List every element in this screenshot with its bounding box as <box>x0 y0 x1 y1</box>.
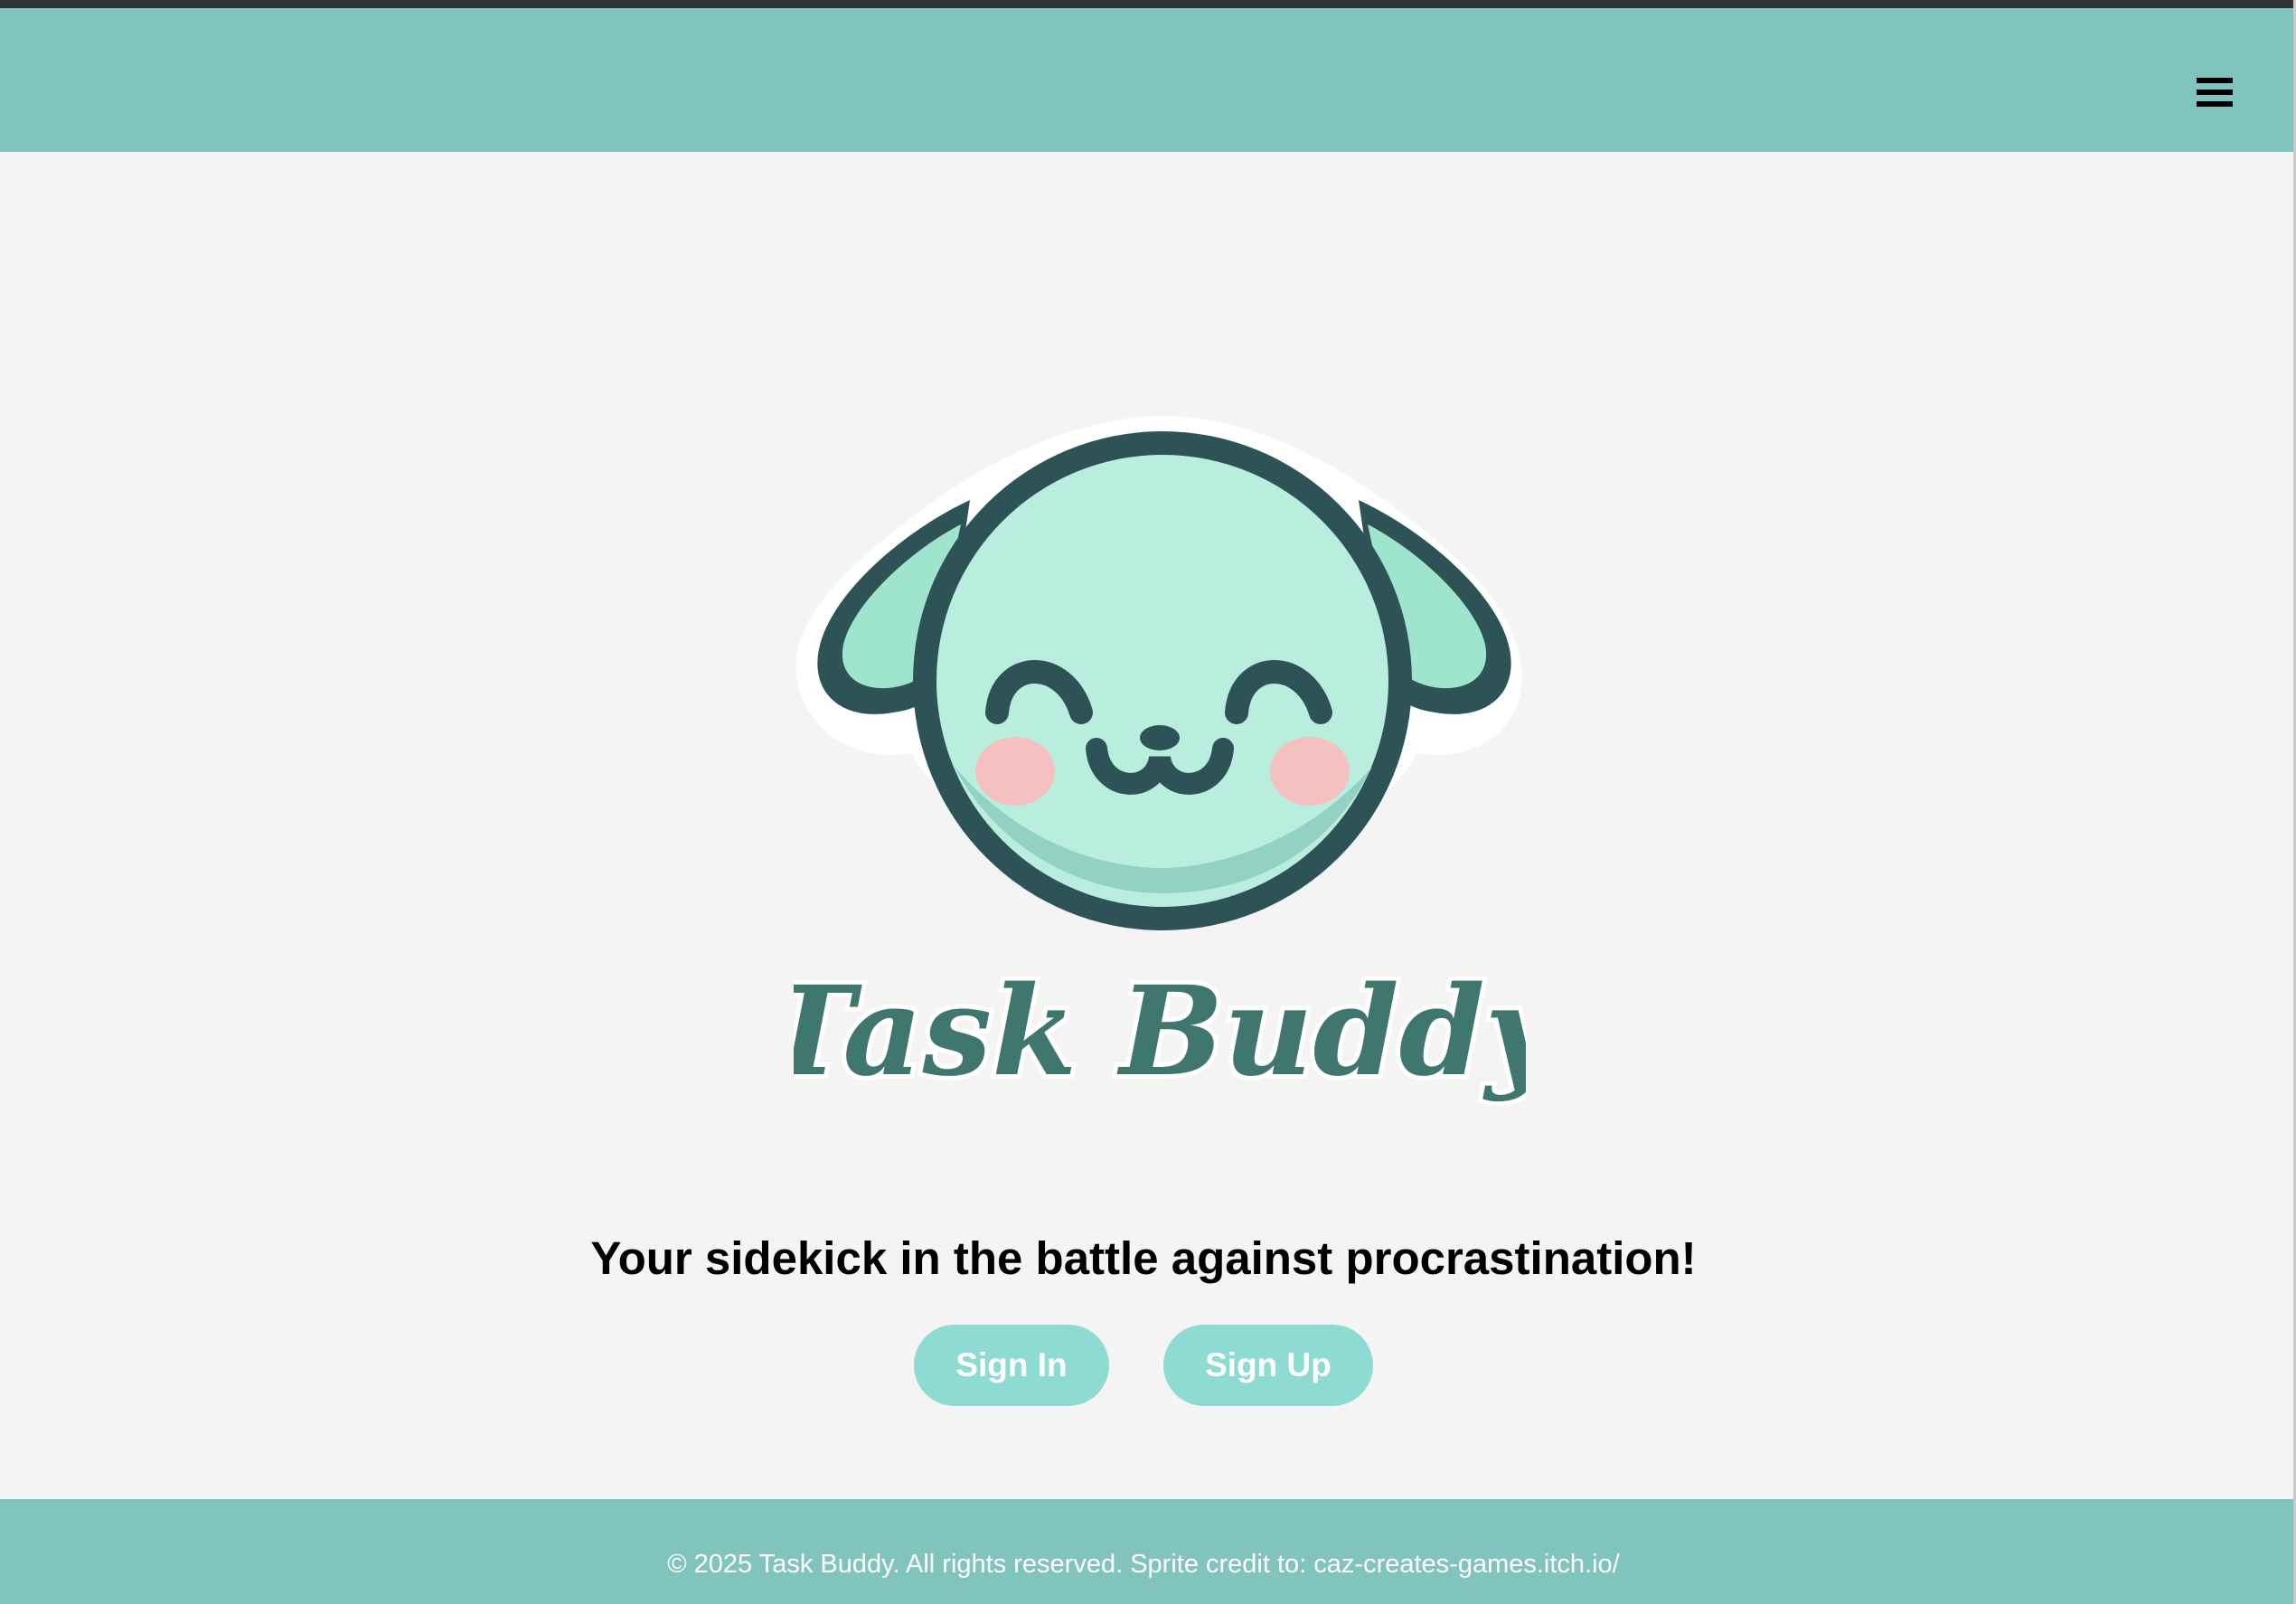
hamburger-menu-icon[interactable] <box>2182 70 2247 117</box>
menu-bar-bottom <box>2197 101 2233 107</box>
window-top-strip <box>0 0 2296 8</box>
footer-copyright: © 2025 Task Buddy. All rights reserved. … <box>667 1550 1620 1579</box>
top-navbar <box>0 8 2294 152</box>
hero-tagline: Your sidekick in the battle against proc… <box>590 1232 1697 1284</box>
sign-in-button[interactable]: Sign In <box>914 1325 1109 1406</box>
sign-up-button[interactable]: Sign Up <box>1163 1325 1373 1406</box>
smiling-dog-face-icon <box>795 416 1522 930</box>
menu-bar-top <box>2197 78 2233 83</box>
menu-bar-middle <box>2197 90 2233 95</box>
task-buddy-wordmark: Task Buddy <box>794 959 1526 1104</box>
task-buddy-logo: Task Buddy <box>794 260 1526 1128</box>
